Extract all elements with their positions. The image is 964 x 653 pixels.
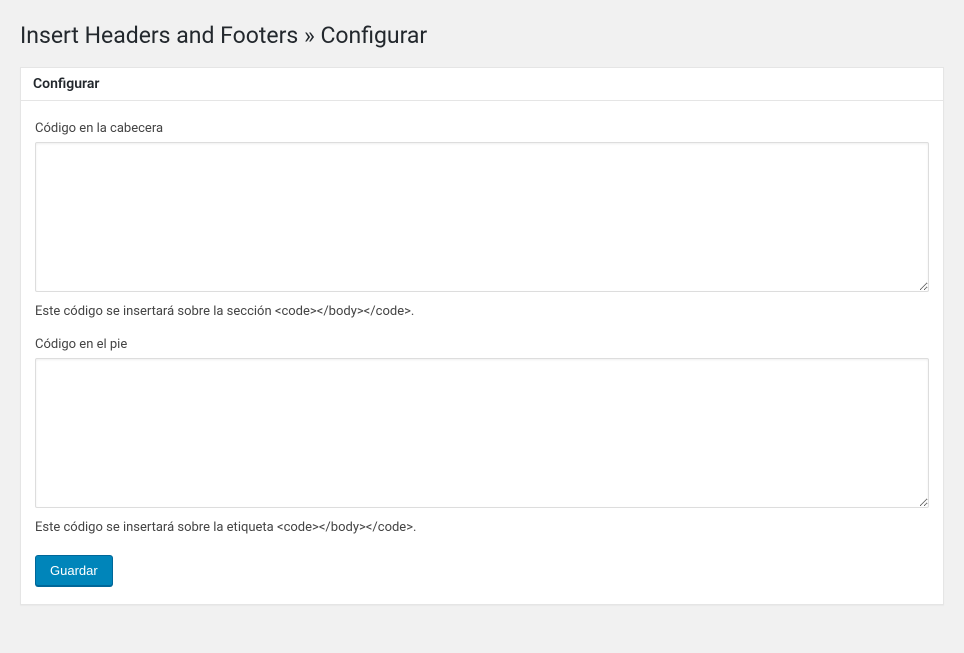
header-code-textarea[interactable] — [35, 142, 929, 292]
panel-header: Configurar — [21, 68, 943, 101]
panel-body: Código en la cabecera Este código se ins… — [21, 101, 943, 604]
settings-panel: Configurar Código en la cabecera Este có… — [20, 67, 944, 605]
header-code-label: Código en la cabecera — [35, 121, 929, 136]
footer-code-description: Este código se insertará sobre la etique… — [35, 520, 929, 535]
header-code-description: Este código se insertará sobre la secció… — [35, 304, 929, 319]
footer-code-textarea[interactable] — [35, 358, 929, 508]
header-code-field: Código en la cabecera Este código se ins… — [35, 121, 929, 319]
panel-heading: Configurar — [33, 76, 931, 92]
page-title: Insert Headers and Footers » Configurar — [20, 22, 944, 49]
footer-code-field: Código en el pie Este código se insertar… — [35, 337, 929, 535]
save-button[interactable]: Guardar — [35, 555, 113, 586]
footer-code-label: Código en el pie — [35, 337, 929, 352]
